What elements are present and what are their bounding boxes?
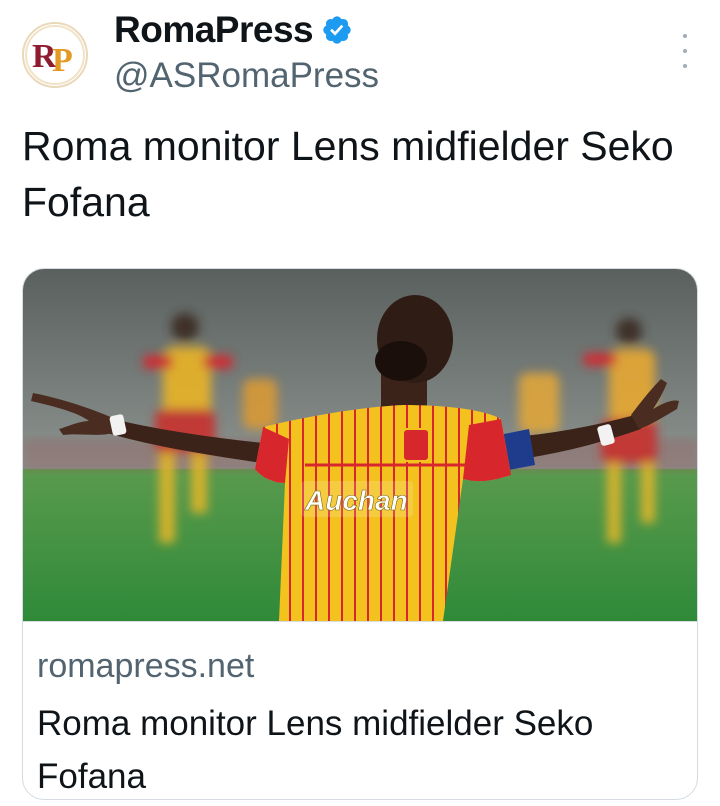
avatar[interactable]: R P (22, 22, 88, 88)
author-handle[interactable]: @ASRomaPress (114, 56, 379, 96)
card-image[interactable]: Auchan (23, 269, 697, 621)
jersey-sponsor-text: Auchan (304, 485, 408, 516)
card-divider (23, 621, 697, 622)
author-name-row: RomaPress (114, 9, 353, 51)
romapress-logo: R P (24, 24, 86, 86)
tweet-text: Roma monitor Lens midfielder Seko Fofana (22, 123, 674, 225)
svg-text:P: P (52, 42, 73, 79)
more-vertical-icon[interactable] (676, 34, 694, 68)
verified-badge-icon (323, 16, 351, 44)
link-card[interactable]: Auchan romapress.net Roma monitor Lens m… (22, 268, 698, 800)
card-domain[interactable]: romapress.net (37, 647, 254, 686)
display-name[interactable]: RomaPress (114, 9, 314, 51)
card-title[interactable]: Roma monitor Lens midfielder Seko Fofana (37, 697, 687, 799)
